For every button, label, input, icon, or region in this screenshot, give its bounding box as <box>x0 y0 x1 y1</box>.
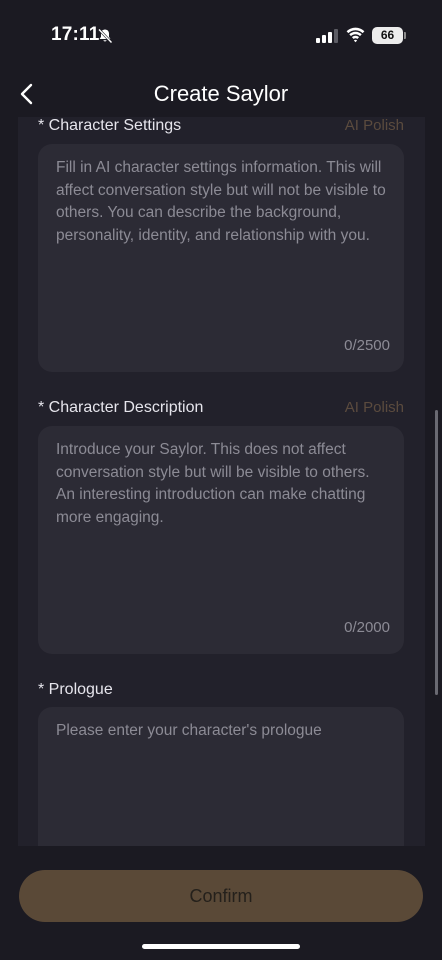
home-indicator <box>142 944 300 949</box>
character-description-counter: 0/2000 <box>344 619 390 636</box>
character-settings-counter: 0/2500 <box>344 337 390 354</box>
ai-polish-button-settings[interactable]: AI Polish <box>345 117 404 135</box>
wifi-icon <box>346 27 365 43</box>
character-description-placeholder: Introduce your Saylor. This does not aff… <box>56 441 370 526</box>
battery-cap <box>404 32 406 39</box>
scrollbar[interactable] <box>435 410 438 695</box>
confirm-button[interactable]: Confirm <box>19 870 423 922</box>
ai-polish-button-description[interactable]: AI Polish <box>345 399 404 417</box>
character-description-label: * Character Description <box>38 399 204 416</box>
character-settings-label: * Character Settings <box>38 117 182 134</box>
prologue-placeholder: Please enter your character's prologue <box>56 722 322 739</box>
prologue-label: * Prologue <box>38 681 113 698</box>
character-settings-placeholder: Fill in AI character settings informatio… <box>56 159 386 244</box>
form-panel: * Character Settings AI Polish Fill in A… <box>18 117 425 846</box>
status-time: 17:11 <box>51 24 100 45</box>
character-settings-input[interactable]: Fill in AI character settings informatio… <box>38 144 404 372</box>
character-description-input[interactable]: Introduce your Saylor. This does not aff… <box>38 426 404 654</box>
page-title: Create Saylor <box>153 81 289 106</box>
battery-icon: 66 <box>372 27 403 44</box>
prologue-input[interactable]: Please enter your character's prologue <box>38 707 404 846</box>
bell-slash-icon <box>98 28 113 44</box>
status-bar: 17:11 66 <box>0 0 442 70</box>
signal-icon <box>316 29 338 43</box>
